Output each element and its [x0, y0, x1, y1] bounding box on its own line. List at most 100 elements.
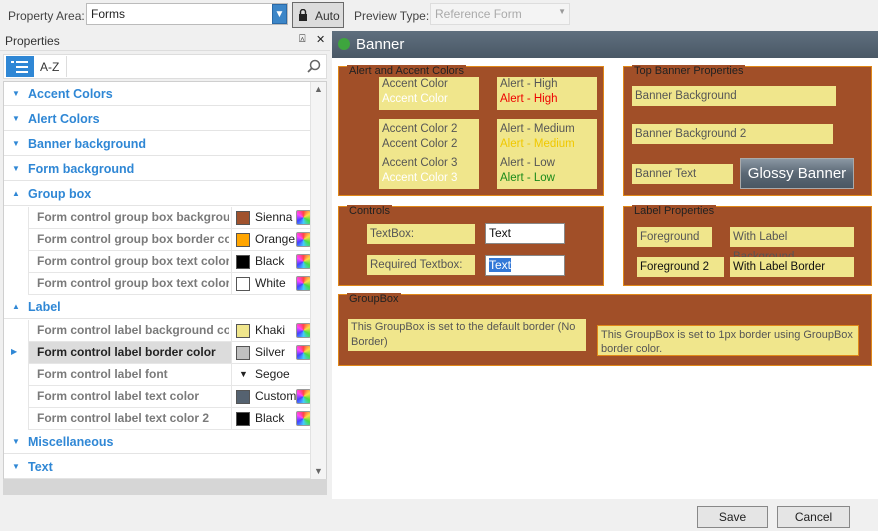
color-picker-icon[interactable]	[296, 276, 311, 291]
collapse-arrow-icon[interactable]: ▼	[12, 82, 20, 106]
chevron-down-icon[interactable]: ▼	[272, 4, 287, 24]
property-value[interactable]: Black	[231, 251, 311, 272]
collapse-arrow-icon[interactable]: ▼	[12, 107, 20, 131]
property-row[interactable]: Form control label font ▼ Segoe	[28, 364, 310, 386]
auto-toggle-button[interactable]: Auto	[292, 2, 344, 28]
collapse-arrow-icon[interactable]: ▼	[12, 455, 20, 479]
property-row[interactable]: Form control group box background Sienna	[28, 207, 311, 229]
value-text: Custom	[255, 389, 297, 403]
color-picker-icon[interactable]	[296, 345, 311, 360]
property-row-selected[interactable]: Form control label border color Silver	[28, 342, 311, 364]
category-miscellaneous[interactable]: ▼ Miscellaneous	[4, 430, 310, 454]
property-name: Form control label text color 2	[37, 411, 210, 425]
properties-header: Properties ⍓ ✕	[0, 31, 330, 51]
scroll-up-icon[interactable]: ▲	[314, 84, 323, 94]
alert-text: Alert - High	[500, 78, 558, 90]
banner-text-label: Banner Text	[632, 164, 733, 184]
textbox-input[interactable]: Text	[485, 223, 565, 244]
value-text: Silver	[255, 345, 286, 359]
collapse-arrow-icon[interactable]: ▼	[12, 157, 20, 181]
accent-text: Accent Color 3	[382, 157, 458, 169]
category-label: Group box	[28, 187, 92, 201]
alphabetical-view-button[interactable]: A-Z	[40, 60, 59, 74]
property-area-combo[interactable]: Forms ▼	[86, 3, 288, 25]
color-picker-icon[interactable]	[296, 210, 311, 225]
property-row[interactable]: Form control label text color Custom	[28, 386, 311, 408]
categorized-list-icon	[11, 61, 28, 73]
property-row[interactable]: Form control group box text color Black	[28, 251, 311, 273]
glossy-banner: Glossy Banner	[740, 158, 854, 189]
category-banner-background[interactable]: ▼ Banner background	[4, 132, 310, 156]
category-accent-colors[interactable]: ▼ Accent Colors	[4, 82, 310, 106]
accent-text: Accent Color 2	[382, 123, 458, 135]
property-row[interactable]: Form control label text color 2 Black	[28, 408, 311, 430]
close-icon[interactable]: ✕	[316, 33, 325, 46]
color-swatch	[236, 412, 250, 426]
category-form-background[interactable]: ▼ Form background	[4, 157, 310, 181]
property-name: Form control group box border color	[37, 232, 229, 246]
category-label-group[interactable]: ▲ Label	[4, 295, 310, 319]
scroll-down-icon[interactable]: ▼	[314, 466, 323, 476]
value-text: Black	[255, 254, 285, 268]
groupbox-title: Controls	[347, 205, 392, 217]
cancel-button[interactable]: Cancel	[777, 506, 850, 528]
property-value[interactable]: Custom	[231, 386, 311, 407]
collapse-arrow-icon[interactable]: ▼	[12, 430, 20, 454]
save-button[interactable]: Save	[697, 506, 768, 528]
property-name: Form control label font	[37, 367, 168, 381]
vertical-scrollbar[interactable]: ▲ ▼	[310, 82, 326, 480]
required-textbox-input[interactable]: Text	[485, 255, 565, 276]
groupbox-alert-accent: Alert and Accent Colors Accent Color Acc…	[338, 65, 604, 196]
alert-text: Alert - Medium	[500, 123, 575, 135]
property-value[interactable]: Khaki	[231, 320, 311, 341]
alert-medium-text: Alert - Medium	[500, 138, 575, 150]
properties-pane: Properties ⍓ ✕ A-Z ▼ Accent Colors ▼ Alert…	[0, 31, 330, 531]
collapse-arrow-icon[interactable]: ▼	[12, 132, 20, 156]
banner-background-label: Banner Background	[632, 86, 836, 106]
selected-text: Text	[489, 258, 512, 272]
groupbox-groupbox: GroupBox This GroupBox is set to the def…	[338, 293, 872, 366]
pin-icon[interactable]: ⍓	[299, 33, 306, 46]
groupbox-label-properties: Label Properties Foreground With Label B…	[623, 205, 872, 286]
value-text: Orange	[255, 232, 296, 246]
property-name: Form control group box text color	[37, 254, 229, 268]
color-swatch	[236, 211, 250, 225]
property-value[interactable]: ▼ Segoe	[231, 364, 311, 385]
property-value[interactable]: Sienna	[231, 207, 311, 228]
color-picker-icon[interactable]	[296, 323, 311, 338]
foreground-label: Foreground	[637, 227, 712, 247]
property-row[interactable]: Form control group box border color Oran…	[28, 229, 311, 251]
chevron-down-icon[interactable]: ▼	[558, 7, 566, 16]
expand-arrow-icon[interactable]: ▲	[12, 182, 20, 206]
property-name: Form control label background color	[37, 323, 229, 337]
textbox-label: TextBox:	[367, 224, 475, 244]
property-value[interactable]: White	[231, 273, 311, 294]
property-value[interactable]: Black	[231, 408, 311, 429]
selected-row-indicator-icon: ▶	[11, 347, 18, 356]
property-search-input[interactable]	[66, 56, 324, 77]
color-picker-icon[interactable]	[296, 254, 311, 269]
chevron-down-icon[interactable]: ▼	[239, 364, 248, 385]
categorized-view-button[interactable]	[6, 56, 34, 77]
color-picker-icon[interactable]	[296, 411, 311, 426]
value-text: White	[255, 276, 286, 290]
color-picker-icon[interactable]	[296, 232, 311, 247]
category-label: Banner background	[28, 137, 147, 151]
with-label-border: With Label Border	[730, 257, 854, 277]
property-row[interactable]: Form control group box text color 2 Whit…	[28, 273, 311, 295]
property-value[interactable]: Orange	[231, 229, 311, 250]
property-row[interactable]: Form control label background color Khak…	[28, 320, 311, 342]
value-text: Black	[255, 411, 285, 425]
category-label: Text	[28, 460, 53, 474]
category-alert-colors[interactable]: ▼ Alert Colors	[4, 107, 310, 131]
property-area-value: Forms	[91, 7, 125, 21]
color-picker-icon[interactable]	[296, 389, 311, 404]
category-group-box[interactable]: ▲ Group box	[4, 182, 310, 206]
property-name: Form control group box text color 2	[37, 276, 229, 290]
alert-medium-low-label: Alert - Medium Alert - Medium Alert - Lo…	[497, 119, 597, 189]
property-value[interactable]: Silver	[231, 342, 311, 363]
category-text[interactable]: ▼ Text	[4, 455, 310, 479]
property-name: Form control group box background	[37, 210, 229, 224]
expand-arrow-icon[interactable]: ▲	[12, 295, 20, 319]
preview-type-combo[interactable]: Reference Form ▼	[430, 3, 570, 25]
